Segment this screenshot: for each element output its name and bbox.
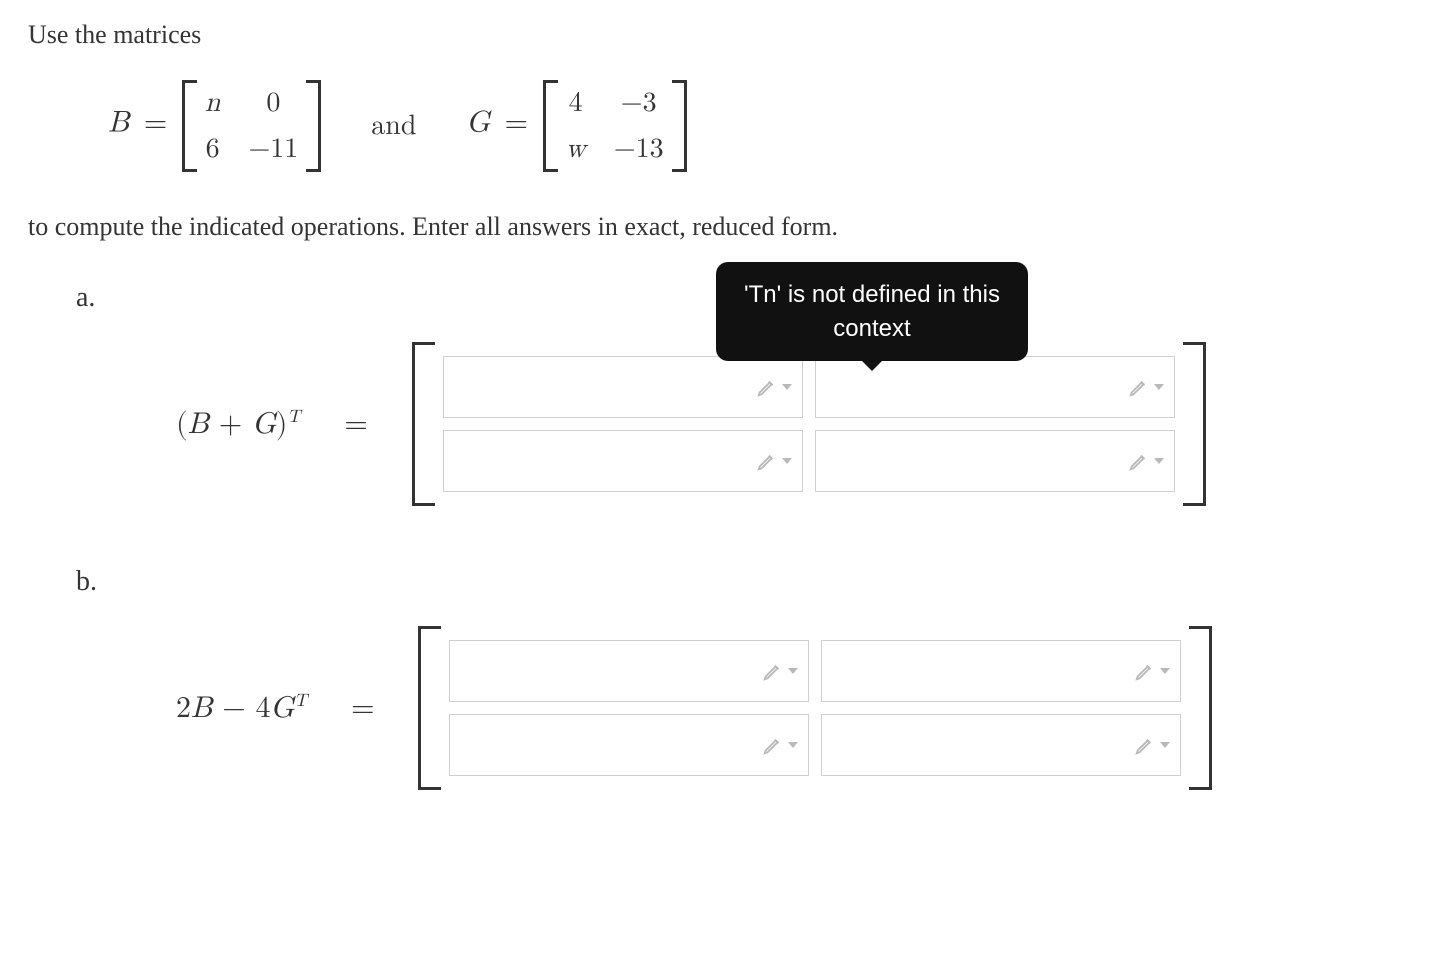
expr-plus: +	[209, 409, 252, 439]
bracket-left	[182, 80, 197, 172]
instruction-text: to compute the indicated operations. Ent…	[28, 212, 1406, 242]
answer-a-r2c2[interactable]	[815, 430, 1175, 492]
part-a: a. 'Tn' is not defined in this context (…	[76, 282, 1406, 506]
tooltip-line2: context	[833, 315, 910, 342]
chevron-down-icon	[1154, 384, 1164, 390]
var-B: B	[108, 108, 129, 138]
part-b-row: 2B − 4GT =	[176, 626, 1406, 790]
chevron-down-icon	[788, 742, 798, 748]
part-b-label: b.	[76, 566, 1406, 598]
pencil-icon[interactable]	[1134, 734, 1170, 756]
part-a-expression: (B + G)T	[176, 406, 300, 442]
chevron-down-icon	[782, 458, 792, 464]
intro-text: Use the matrices	[28, 20, 1406, 50]
expr-B: B	[191, 693, 212, 723]
tooltip-line1: 'Tn' is not defined in this	[744, 281, 1000, 308]
chevron-down-icon	[782, 384, 792, 390]
bracket-right	[306, 80, 321, 172]
bracket-left	[543, 80, 558, 172]
B-r2c2: −11	[248, 132, 298, 166]
close-paren: )	[276, 409, 288, 439]
answer-matrix-b	[418, 626, 1212, 790]
chevron-down-icon	[788, 668, 798, 674]
definition-G: G = 4 −3 w −13	[466, 80, 686, 172]
equals-sign: =	[351, 690, 374, 726]
part-b-expression: 2B − 4GT	[176, 690, 307, 726]
expr-B: B	[188, 409, 209, 439]
answer-b-r2c1[interactable]	[449, 714, 809, 776]
matrix-G: 4 −3 w −13	[543, 80, 687, 172]
B-r2c1: 6	[205, 132, 221, 166]
matrix-definitions: B = n 0 6 −11 and G = 4 −3	[108, 80, 1406, 172]
pencil-icon[interactable]	[1128, 450, 1164, 472]
pencil-icon[interactable]	[756, 450, 792, 472]
part-b: b. 2B − 4GT =	[76, 566, 1406, 790]
matrix-G-body: 4 −3 w −13	[558, 80, 672, 172]
G-r1c2: −3	[614, 86, 664, 120]
B-r1c1: n	[205, 86, 221, 120]
answer-a-r1c1[interactable]	[443, 356, 803, 418]
part-a-row: (B + G)T =	[176, 342, 1406, 506]
expr-transpose: T	[294, 692, 307, 710]
open-paren: (	[176, 409, 188, 439]
answer-b-r2c2[interactable]	[821, 714, 1181, 776]
answer-a-r2c1[interactable]	[443, 430, 803, 492]
error-tooltip: 'Tn' is not defined in this context	[716, 262, 1028, 361]
page: Use the matrices B = n 0 6 −11 and G =	[0, 0, 1434, 870]
expr-2: 2	[176, 693, 191, 723]
answer-b-r1c1[interactable]	[449, 640, 809, 702]
equals-sign: =	[144, 108, 167, 138]
expr-minus: −	[212, 693, 255, 723]
bracket-right	[1187, 342, 1206, 506]
bracket-right	[672, 80, 687, 172]
G-r1c1: 4	[566, 86, 586, 120]
expr-transpose: T	[287, 408, 300, 426]
chevron-down-icon	[1160, 742, 1170, 748]
pencil-icon[interactable]	[756, 376, 792, 398]
equals-sign: =	[344, 406, 367, 442]
matrix-B: n 0 6 −11	[182, 80, 321, 172]
pencil-icon[interactable]	[1128, 376, 1164, 398]
chevron-down-icon	[1154, 458, 1164, 464]
definition-B: B = n 0 6 −11	[108, 80, 321, 172]
pencil-icon[interactable]	[762, 734, 798, 756]
bracket-right	[1193, 626, 1212, 790]
bracket-left	[418, 626, 437, 790]
answer-matrix-a	[412, 342, 1206, 506]
answer-a-body	[431, 342, 1187, 506]
bracket-left	[412, 342, 431, 506]
pencil-icon[interactable]	[1134, 660, 1170, 682]
pencil-icon[interactable]	[762, 660, 798, 682]
chevron-down-icon	[1160, 668, 1170, 674]
answer-b-r1c2[interactable]	[821, 640, 1181, 702]
answer-b-body	[437, 626, 1193, 790]
equals-sign: =	[505, 108, 528, 138]
expr-G: G	[252, 409, 276, 439]
var-G: G	[466, 108, 490, 138]
expr-4: 4	[256, 693, 271, 723]
B-r1c2: 0	[248, 86, 298, 120]
G-r2c2: −13	[614, 132, 664, 166]
matrix-B-body: n 0 6 −11	[197, 80, 306, 172]
and-word: and	[371, 109, 416, 143]
G-r2c1: w	[566, 132, 586, 166]
expr-G: G	[271, 693, 295, 723]
